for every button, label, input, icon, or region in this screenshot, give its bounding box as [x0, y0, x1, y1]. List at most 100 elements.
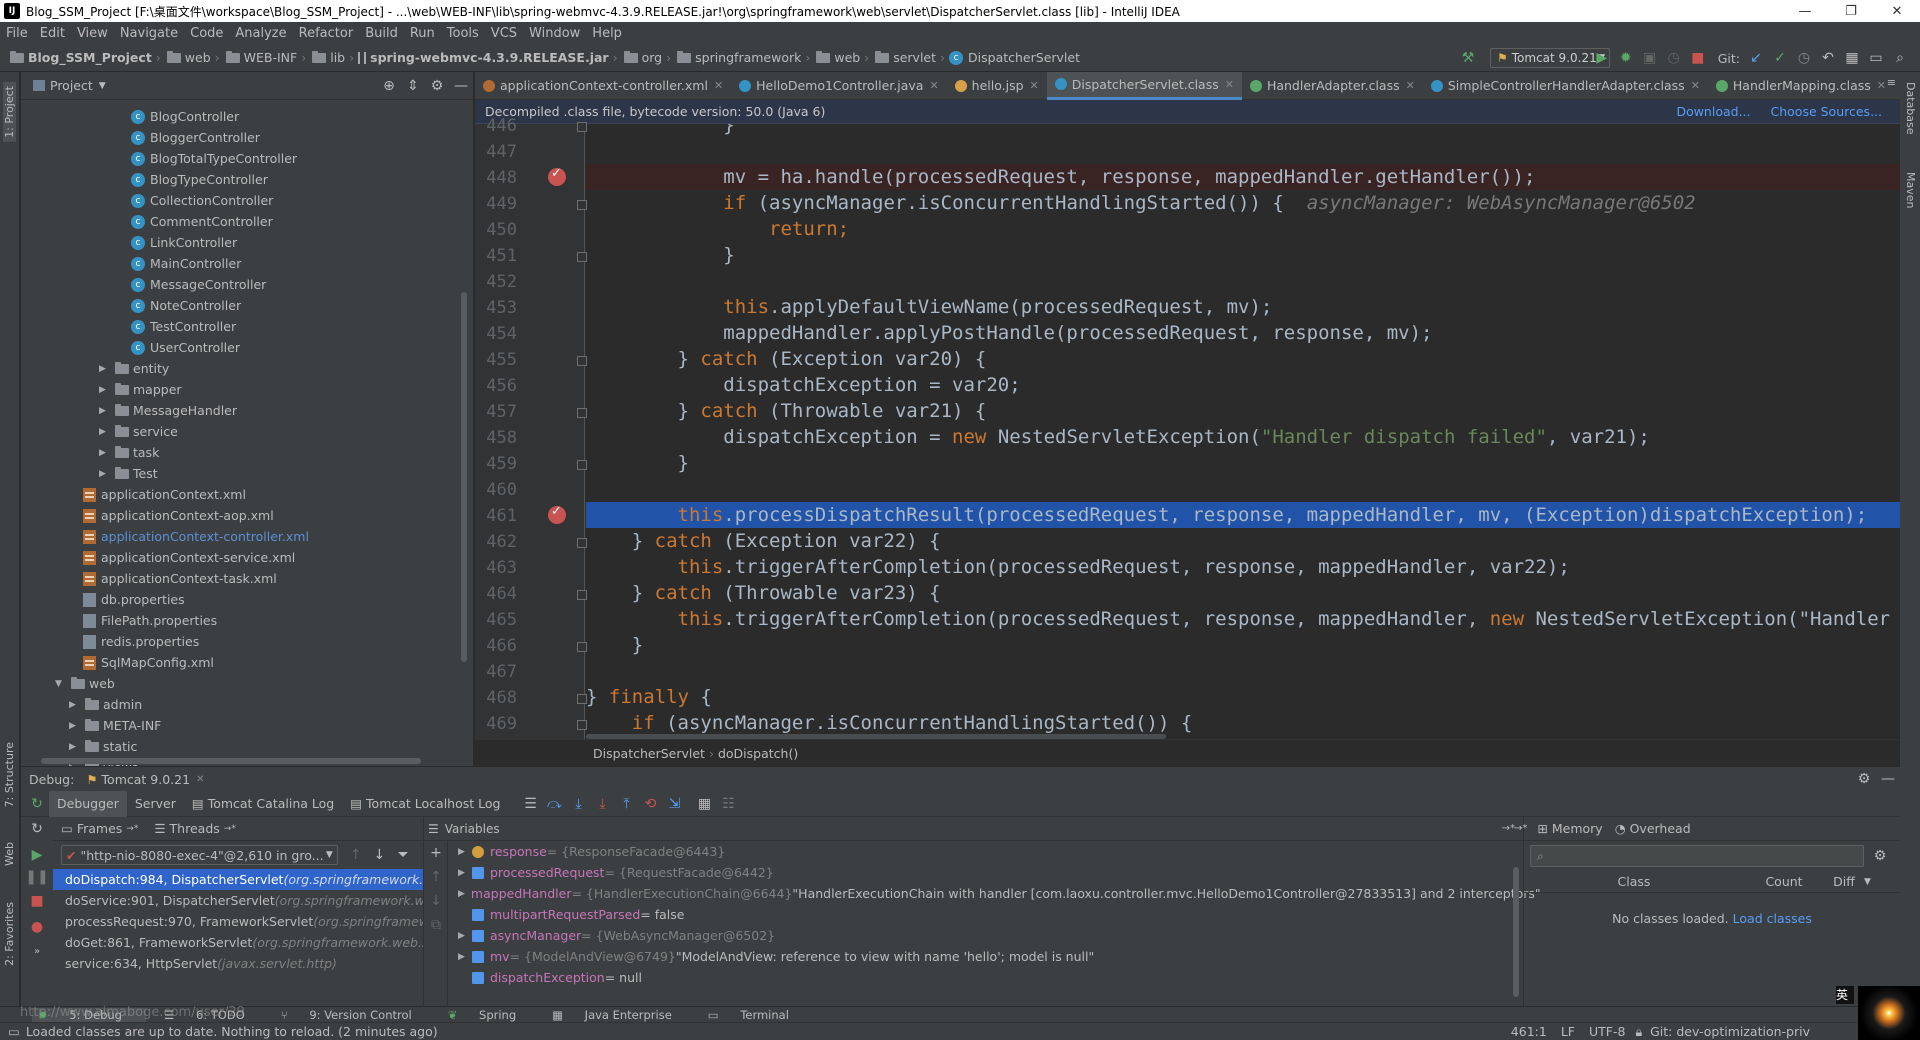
tool-tab-vcs[interactable]: ⑂ 9: Version Control: [281, 1008, 430, 1022]
rerun-icon[interactable]: ↻: [25, 792, 49, 816]
variable-row[interactable]: ▶ asyncManager = {WebAsyncManager@6502}: [448, 925, 1508, 946]
menu-view[interactable]: View: [71, 26, 114, 41]
close-icon[interactable]: ✕: [1691, 79, 1700, 92]
menu-window[interactable]: Window: [523, 26, 586, 41]
layout-icon[interactable]: ▭: [1864, 46, 1888, 70]
pin-icon[interactable]: →*: [1502, 823, 1515, 834]
frame-row[interactable]: processRequest:970, FrameworkServlet (or…: [53, 911, 423, 932]
filter-icon[interactable]: ⏷: [391, 843, 415, 867]
menu-vcs[interactable]: VCS: [485, 26, 523, 41]
arrow-up-icon[interactable]: ↑: [424, 865, 448, 889]
rerun-icon[interactable]: ↻: [25, 817, 49, 841]
editor-tab[interactable]: HandlerMapping.class ✕: [1708, 72, 1894, 100]
evaluate-icon[interactable]: ▦: [692, 792, 716, 816]
tree-item[interactable]: applicationContext-task.xml: [83, 568, 277, 589]
tree-item[interactable]: c CollectionController: [131, 190, 273, 211]
variable-row[interactable]: ▶ mv = {ModelAndView@6749} "ModelAndView:…: [448, 946, 1508, 967]
breadcrumb-webinf[interactable]: WEB-INF: [244, 50, 298, 65]
chevron-right-icon[interactable]: ▶: [458, 847, 472, 857]
strip-web[interactable]: Web: [3, 842, 16, 866]
locate-icon[interactable]: ⊕: [377, 74, 401, 98]
tab-localhost-log[interactable]: ▤ Tomcat Localhost Log: [342, 791, 508, 817]
chevron-right-icon[interactable]: ▶: [69, 700, 83, 710]
tab-debugger[interactable]: Debugger: [49, 790, 127, 817]
menu-help[interactable]: Help: [586, 26, 628, 41]
tree-hscrollbar[interactable]: [41, 758, 421, 764]
breadcrumb-project[interactable]: Blog_SSM_Project: [28, 50, 152, 65]
close-icon[interactable]: ✕: [1874, 0, 1920, 22]
cursor-position[interactable]: 461:1: [1511, 1024, 1547, 1039]
tree-item[interactable]: ▶ admin: [69, 694, 142, 715]
trace-icon[interactable]: ☷: [716, 792, 740, 816]
variable-row[interactable]: ▶ response = {ResponseFacade@6443}: [448, 841, 1508, 862]
breadcrumb-lib[interactable]: lib: [330, 50, 345, 65]
breakpoint-icon[interactable]: [548, 166, 566, 186]
tree-item[interactable]: c BlogTypeController: [131, 169, 268, 190]
strip-structure[interactable]: 7: Structure: [3, 742, 16, 807]
frame-row[interactable]: doService:901, DispatcherServlet (org.sp…: [53, 890, 423, 911]
chevron-right-icon[interactable]: ▶: [99, 448, 113, 458]
tree-item[interactable]: c NoteController: [131, 295, 241, 316]
close-icon[interactable]: ✕: [1877, 79, 1886, 92]
tree-item[interactable]: c BlogController: [131, 106, 239, 127]
tree-item[interactable]: c LinkController: [131, 232, 237, 253]
tree-item[interactable]: applicationContext-service.xml: [83, 547, 295, 568]
memory-tab[interactable]: ⊞ Memory: [1537, 821, 1602, 836]
restore-icon[interactable]: ❐: [1828, 0, 1874, 22]
chevron-right-icon[interactable]: ▶: [458, 868, 472, 878]
git-commit-icon[interactable]: ✓: [1768, 46, 1792, 70]
choose-sources-link[interactable]: Choose Sources...: [1771, 104, 1883, 119]
memory-search-input[interactable]: ⌕: [1530, 845, 1864, 867]
hide-icon[interactable]: —: [449, 74, 473, 98]
project-title[interactable]: Project: [50, 78, 93, 93]
overhead-tab[interactable]: ◔ Overhead: [1615, 821, 1691, 836]
force-step-into-icon[interactable]: ⤓: [590, 792, 614, 816]
chevron-right-icon[interactable]: ▶: [99, 469, 113, 479]
tab-threads[interactable]: ☰ Threads →*: [146, 816, 244, 842]
breadcrumb-servlet[interactable]: servlet: [893, 50, 936, 65]
chevron-down-icon[interactable]: ▼: [55, 679, 69, 689]
arrow-down-icon[interactable]: ↓: [424, 889, 448, 913]
tree-item[interactable]: ▶ entity: [99, 358, 169, 379]
editor-tab[interactable]: applicationContext-controller.xml ✕: [475, 72, 731, 100]
pause-icon[interactable]: ❚❚: [25, 865, 49, 889]
editor-tab[interactable]: HelloDemo1Controller.java ✕: [731, 72, 947, 100]
strip-favorites[interactable]: 2: Favorites: [3, 902, 16, 966]
git-revert-icon[interactable]: ↶: [1816, 46, 1840, 70]
tab-catalina-log[interactable]: ▤ Tomcat Catalina Log: [184, 791, 342, 817]
coverage-icon[interactable]: ▣: [1638, 46, 1662, 70]
drop-frame-icon[interactable]: ⟲: [638, 792, 662, 816]
editor-tab[interactable]: DispatcherServlet.class ✕: [1046, 71, 1242, 100]
tree-item[interactable]: ▶ META-INF: [69, 715, 161, 736]
chevron-down-icon[interactable]: ▼: [99, 81, 106, 91]
breadcrumb-class[interactable]: DispatcherServlet: [968, 50, 1080, 65]
variables-scrollbar[interactable]: [1513, 867, 1519, 997]
tree-item[interactable]: applicationContext.xml: [83, 484, 246, 505]
arrow-down-icon[interactable]: ↓: [368, 843, 392, 867]
tool-tab-terminal[interactable]: ▭ Terminal: [708, 1008, 807, 1022]
editor-tab[interactable]: HandlerAdapter.class ✕: [1242, 72, 1423, 100]
frame-row[interactable]: doDispatch:984, DispatcherServlet (org.s…: [53, 869, 423, 890]
frame-row[interactable]: doGet:861, FrameworkServlet (org.springf…: [53, 932, 423, 953]
strip-project[interactable]: 1: Project: [3, 82, 16, 142]
editor-tab[interactable]: hello.jsp ✕: [947, 72, 1047, 100]
chevron-right-icon[interactable]: ▶: [69, 721, 83, 731]
git-update-icon[interactable]: ↙: [1744, 46, 1768, 70]
menu-code[interactable]: Code: [184, 26, 229, 41]
git-branch[interactable]: Git: dev-optimization-priv: [1650, 1024, 1810, 1039]
variable-row[interactable]: dispatchException = null: [448, 967, 1508, 988]
file-encoding[interactable]: UTF-8: [1589, 1024, 1625, 1039]
hide-icon[interactable]: —: [1876, 767, 1900, 791]
tree-item[interactable]: c TestController: [131, 316, 236, 337]
gear-icon[interactable]: ⚙: [1868, 844, 1892, 868]
col-diff[interactable]: Diff: [1824, 874, 1864, 889]
pin-icon[interactable]: →*: [1514, 823, 1527, 834]
run-to-cursor-icon[interactable]: ⇲: [662, 792, 686, 816]
close-icon[interactable]: ✕: [1406, 79, 1415, 92]
variable-row[interactable]: ▶ processedRequest = {RequestFacade@6442}: [448, 862, 1508, 883]
breadcrumb-springframework[interactable]: springframework: [695, 50, 801, 65]
tree-item[interactable]: c BloggerController: [131, 127, 260, 148]
download-link[interactable]: Download...: [1676, 104, 1750, 119]
chevron-right-icon[interactable]: ▶: [99, 385, 113, 395]
tool-tab-spring[interactable]: ❦ Spring: [448, 1008, 534, 1022]
